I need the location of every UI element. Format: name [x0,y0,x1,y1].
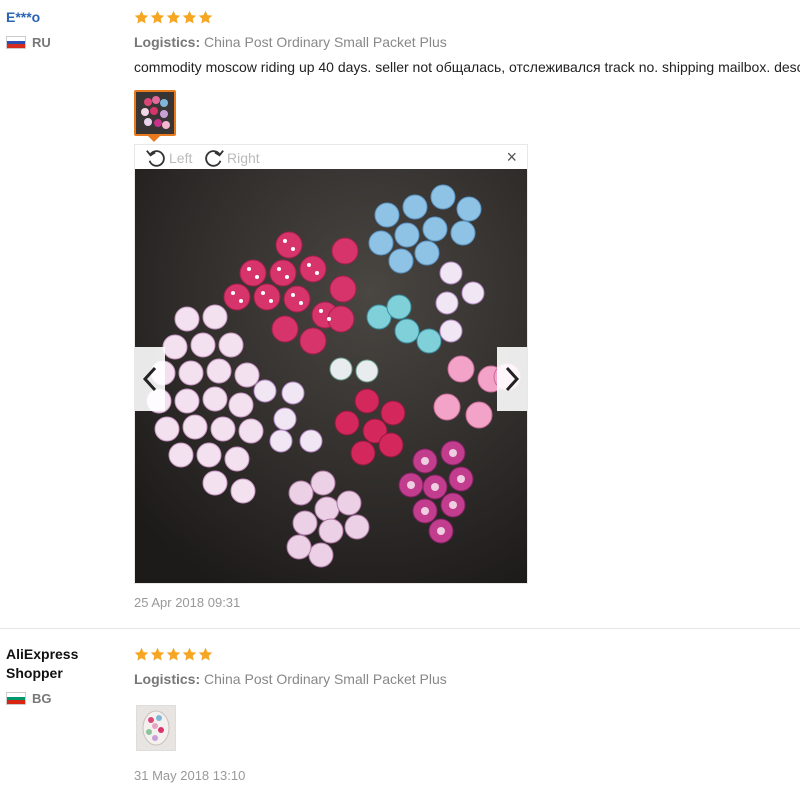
star-icon [198,647,213,660]
previous-photo-button[interactable] [135,347,165,411]
viewer-toolbar: Left Right × [135,145,527,169]
rotate-left-icon [146,150,165,167]
chevron-left-icon [142,366,157,392]
close-icon[interactable]: × [506,148,517,166]
review-content: Logistics: China Post Ordinary Small Pac… [134,645,800,687]
chevron-right-icon [505,366,520,392]
logistics-label: Logistics: [134,671,201,687]
flag-bg-icon [6,692,26,705]
next-photo-button[interactable] [497,347,527,411]
rotate-right-icon [205,150,224,167]
rotate-left-button[interactable]: Left [145,147,192,169]
photo-viewer: Left Right × [134,144,528,584]
review-photo-thumbnail[interactable] [136,705,176,751]
review-photo [135,169,527,583]
rotate-right-label: Right [227,150,260,166]
star-icon [166,647,181,660]
star-icon [150,647,165,660]
logistics-info: Logistics: China Post Ordinary Small Pac… [134,34,800,50]
rotate-left-label: Left [169,150,193,166]
star-icon [150,10,165,23]
logistics-value: China Post Ordinary Small Packet Plus [204,671,447,687]
reviewer-name: E***o [6,9,41,25]
buttons-photo-image [135,169,527,583]
reviewer-country: RU [6,35,116,50]
logistics-info: Logistics: China Post Ordinary Small Pac… [134,671,800,687]
star-icon [134,10,149,23]
review-text: commodity moscow riding up 40 days. sell… [134,59,800,75]
review-date: 25 Apr 2018 09:31 [134,595,241,610]
star-rating [134,645,800,663]
reviewer-info: E***o RU [6,8,116,50]
review-photo-thumbnail[interactable] [134,90,176,136]
reviewer-country: BG [6,691,116,706]
reviewer-name: AliExpress Shopper [6,646,79,681]
logistics-label: Logistics: [134,34,201,50]
star-icon [198,10,213,23]
star-icon [182,647,197,660]
country-code: BG [32,691,52,706]
country-code: RU [32,35,51,50]
rotate-right-button[interactable]: Right [203,147,260,169]
flag-ru-icon [6,36,26,49]
review-date: 31 May 2018 13:10 [134,768,246,783]
review-item: E***o RU Logistics: China Post Ordinary … [0,0,800,628]
star-icon [182,10,197,23]
reviewer-info: AliExpress Shopper BG [6,645,116,706]
logistics-value: China Post Ordinary Small Packet Plus [204,34,447,50]
review-content: Logistics: China Post Ordinary Small Pac… [134,8,800,75]
star-rating [134,8,800,26]
thumbnail-image [137,706,175,750]
review-item: AliExpress Shopper BG Logistics: China P… [0,628,800,800]
thumbnail-image [136,92,174,134]
star-icon [134,647,149,660]
thumbnail-pointer [148,136,160,142]
star-icon [166,10,181,23]
